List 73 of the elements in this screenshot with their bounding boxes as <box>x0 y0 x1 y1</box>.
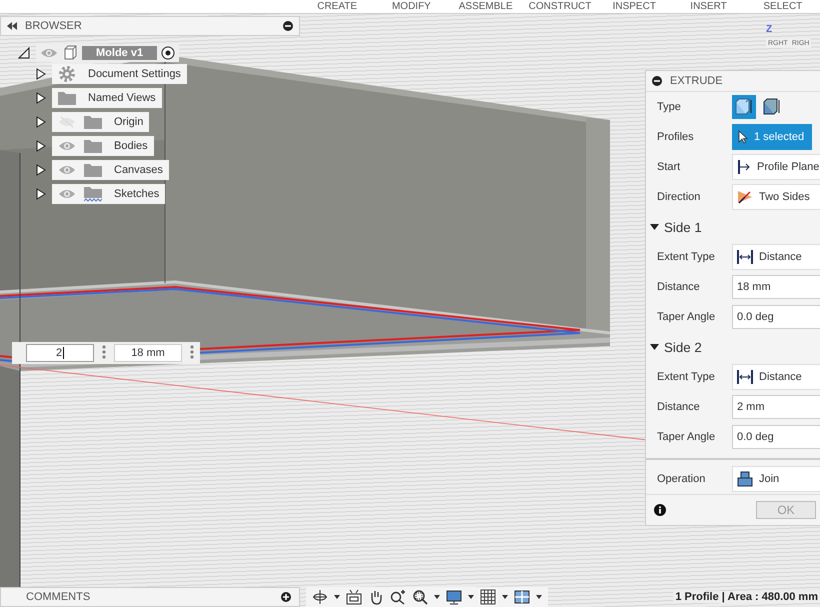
field-label: Direction <box>657 191 702 203</box>
expanded-triangle-icon[interactable] <box>650 223 659 231</box>
dropdown[interactable]: Distance <box>732 364 820 390</box>
caret-icon[interactable] <box>536 595 542 599</box>
zoom-icon[interactable] <box>390 589 406 605</box>
status-text: 1 Profile | Area : 480.00 mm <box>673 591 820 603</box>
field-label: Start <box>657 161 682 173</box>
orbit-icon[interactable] <box>312 589 328 605</box>
collapsed-triangle-icon[interactable] <box>36 116 46 128</box>
field-label: Profiles <box>657 131 695 143</box>
field-label: Extent Type <box>657 251 716 263</box>
caret-icon[interactable] <box>434 595 440 599</box>
more-icon[interactable] <box>190 344 194 358</box>
profile-plane-icon <box>737 159 751 175</box>
input-field[interactable]: 0.0 deg <box>732 425 820 449</box>
folder-icon <box>84 115 102 129</box>
look-at-icon[interactable] <box>346 589 362 605</box>
info-icon[interactable] <box>654 504 666 516</box>
dropdown[interactable]: Distance <box>732 244 820 270</box>
panel-title: BROWSER <box>25 20 83 32</box>
dimension-input[interactable]: 2 <box>26 344 94 362</box>
dropdown[interactable]: Profile Plane <box>732 154 820 180</box>
field-label: Type <box>657 101 682 113</box>
solid-extrude-button[interactable] <box>732 95 756 119</box>
panel-title: EXTRUDE <box>670 75 723 87</box>
expanded-triangle-icon[interactable] <box>18 47 30 59</box>
cursor-icon <box>738 130 748 144</box>
join-icon <box>737 471 753 487</box>
minus-icon[interactable] <box>283 21 293 31</box>
viewports-icon[interactable] <box>514 589 530 605</box>
caret-icon[interactable] <box>468 595 474 599</box>
field-label: Operation <box>657 473 706 485</box>
sketch-folder-icon <box>84 186 102 202</box>
collapsed-triangle-icon[interactable] <box>36 140 46 152</box>
more-icon[interactable] <box>102 344 106 358</box>
dropdown[interactable]: Two Sides <box>732 184 820 210</box>
folder-icon <box>84 139 102 153</box>
field-label: Extent Type <box>657 371 716 383</box>
collapsed-triangle-icon[interactable] <box>36 92 46 104</box>
profile-select-button[interactable]: 1 selected <box>732 124 812 150</box>
field-label: Taper Angle <box>657 311 716 323</box>
collapsed-triangle-icon[interactable] <box>36 68 46 80</box>
section-header[interactable]: Side 1 <box>664 220 702 234</box>
field-label: Distance <box>657 281 701 293</box>
input-field[interactable]: 0.0 deg <box>732 305 820 329</box>
section-header[interactable]: Side 2 <box>664 340 702 354</box>
collapsed-triangle-icon[interactable] <box>36 188 46 200</box>
add-icon[interactable] <box>281 592 291 602</box>
zoom-window-icon[interactable] <box>412 589 428 605</box>
collapsed-triangle-icon[interactable] <box>36 164 46 176</box>
panel-title: COMMENTS <box>26 591 92 603</box>
component-label[interactable]: Molde v1 <box>82 46 158 60</box>
dimension-input[interactable]: 18 mm <box>114 344 182 362</box>
grid-icon[interactable] <box>480 589 496 605</box>
distance-icon <box>737 369 753 385</box>
distance-icon <box>737 249 753 265</box>
folder-icon <box>58 91 76 105</box>
input-field[interactable]: 18 mm <box>732 275 820 299</box>
input-field[interactable]: 2 mm <box>732 395 820 419</box>
caret-icon[interactable] <box>502 595 508 599</box>
expanded-triangle-icon[interactable] <box>650 343 659 351</box>
field-label: Distance <box>657 401 701 413</box>
display-icon[interactable] <box>446 589 462 605</box>
dropdown[interactable]: Join <box>732 466 820 492</box>
caret-icon[interactable] <box>334 595 340 599</box>
field-label: Taper Angle <box>657 431 716 443</box>
folder-icon <box>84 163 102 177</box>
minus-icon[interactable] <box>652 76 662 86</box>
component-icon <box>62 45 78 61</box>
collapse-icon[interactable] <box>7 22 17 30</box>
two-sides-icon <box>737 189 753 205</box>
radio-icon[interactable] <box>161 46 176 60</box>
axis-label: Z <box>766 24 772 35</box>
